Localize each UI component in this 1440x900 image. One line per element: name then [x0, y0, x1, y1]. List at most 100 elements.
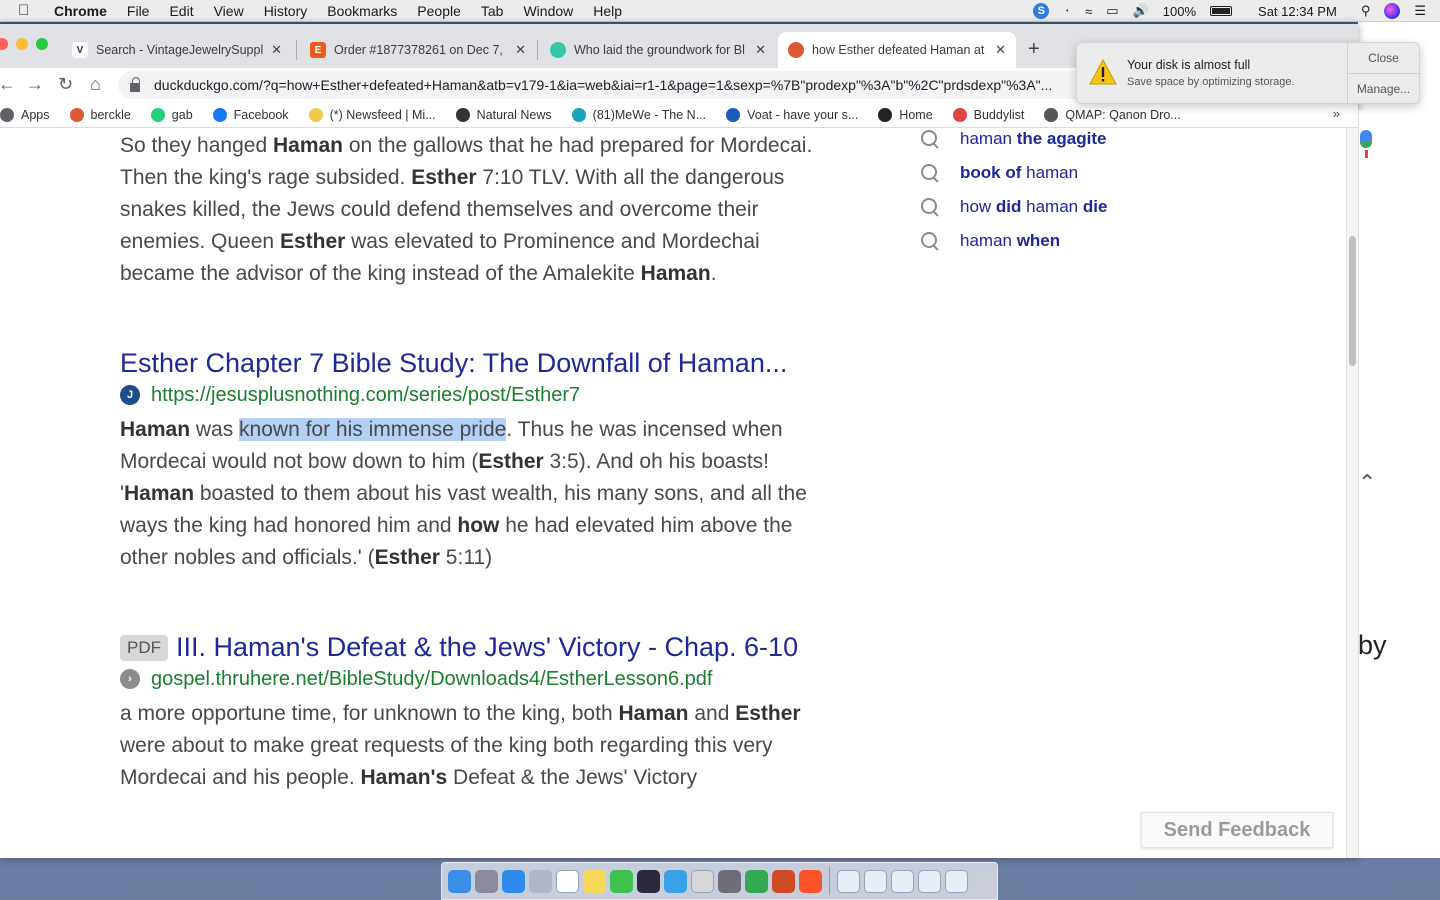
bookmark-label: Home — [899, 107, 933, 122]
result-title-link[interactable]: PDF III. Haman's Defeat & the Jews' Victo… — [120, 630, 840, 664]
volume-icon[interactable]: 🔊 — [1133, 3, 1149, 19]
document-thumb-icon[interactable] — [837, 869, 860, 893]
menu-file[interactable]: File — [127, 3, 150, 19]
launchpad-icon[interactable] — [475, 869, 498, 893]
help-icon[interactable] — [529, 869, 552, 893]
spotlight-icon[interactable]: ⚲ — [1361, 3, 1371, 19]
menu-app-name[interactable]: Chrome — [54, 3, 107, 19]
related-search-text: how did haman die — [960, 197, 1108, 216]
menu-tab[interactable]: Tab — [481, 3, 504, 19]
document-thumb-icon[interactable] — [891, 869, 914, 893]
chrome-icon[interactable] — [745, 869, 768, 893]
notification-center-icon[interactable]: ☰ — [1414, 3, 1426, 19]
clock[interactable]: Sat 12:34 PM — [1258, 4, 1337, 19]
menu-bookmarks[interactable]: Bookmarks — [327, 3, 397, 19]
voat-icon — [726, 107, 741, 122]
bookmark-item[interactable]: Home — [878, 107, 933, 122]
close-tab-icon[interactable]: ✕ — [995, 42, 1006, 58]
document-thumb-icon[interactable] — [918, 869, 941, 893]
finder-icon[interactable] — [448, 869, 471, 893]
skype-icon[interactable]: S — [1033, 3, 1050, 19]
zoom-window-icon[interactable] — [36, 38, 48, 50]
tab-title: how Esther defeated Haman at — [812, 43, 985, 57]
apple-menu-icon[interactable]:  — [18, 2, 38, 19]
menu-history[interactable]: History — [264, 3, 308, 19]
menu-people[interactable]: People — [417, 3, 461, 19]
script-editor-icon[interactable] — [691, 869, 714, 893]
close-tab-icon[interactable]: ✕ — [271, 42, 282, 58]
related-search-item[interactable]: book of haman — [920, 156, 1260, 190]
trash-icon[interactable] — [972, 869, 995, 893]
result-url[interactable]: › gospel.thruhere.net/BibleStudy/Downloa… — [120, 664, 840, 694]
airplay-icon[interactable]: ▭ — [1106, 3, 1118, 19]
calendar-icon[interactable] — [556, 869, 579, 893]
menu-window[interactable]: Window — [523, 3, 573, 19]
safari-icon[interactable] — [502, 869, 525, 893]
document-thumb-icon[interactable] — [864, 869, 887, 893]
result-title-link[interactable]: Esther Chapter 7 Bible Study: The Downfa… — [120, 346, 840, 380]
quicktime-icon[interactable] — [637, 869, 660, 893]
related-searches: haman the agagite book of haman how did … — [920, 128, 1260, 258]
result-title-text: III. Haman's Defeat & the Jews' Victory … — [176, 632, 799, 662]
menu-help[interactable]: Help — [593, 3, 622, 19]
minimize-window-icon[interactable] — [16, 38, 28, 50]
window-controls — [0, 38, 48, 50]
reload-icon[interactable]: ↻ — [58, 74, 73, 95]
chat-icon[interactable] — [664, 869, 687, 893]
back-arrow-icon[interactable]: ← — [0, 74, 16, 95]
lightbulb-icon — [308, 107, 323, 122]
menu-edit[interactable]: Edit — [169, 3, 193, 19]
bookmark-label: Facebook — [233, 107, 289, 122]
system-preferences-icon[interactable] — [718, 869, 741, 893]
scrollbar-thumb[interactable] — [1349, 236, 1356, 366]
duckduckgo-icon — [69, 107, 84, 122]
result-url[interactable]: J https://jesusplusnothing.com/series/po… — [120, 380, 840, 410]
forward-arrow-icon[interactable]: → — [26, 74, 44, 95]
powerpoint-icon[interactable] — [772, 869, 795, 893]
bookmark-item[interactable]: Voat - have your s... — [726, 107, 858, 122]
new-tab-icon[interactable]: + — [1028, 38, 1040, 61]
microphone-icon[interactable] — [1360, 130, 1374, 160]
menu-view[interactable]: View — [214, 3, 244, 19]
natural-news-icon — [455, 107, 470, 122]
send-feedback-button[interactable]: Send Feedback — [1141, 812, 1333, 848]
brave-icon[interactable] — [799, 869, 822, 893]
tab-groundwork[interactable]: Who laid the groundwork for Bl ✕ — [540, 32, 776, 68]
search-icon — [920, 197, 940, 217]
home-icon[interactable]: ⌂ — [90, 74, 101, 95]
bookmark-item[interactable]: gab — [150, 107, 193, 122]
notes-icon[interactable] — [583, 869, 606, 893]
notification-close-button[interactable]: Close — [1348, 43, 1419, 73]
bookmark-item[interactable]: Natural News — [455, 107, 552, 122]
bookmark-item[interactable]: Apps — [0, 107, 50, 122]
address-bar[interactable]: duckduckgo.com/?q=how+Esther+defeated+Ha… — [118, 71, 1098, 99]
related-search-item[interactable]: how did haman die — [920, 190, 1260, 224]
close-tab-icon[interactable]: ✕ — [515, 42, 526, 58]
facebook-icon — [212, 107, 227, 122]
notification-manage-button[interactable]: Manage... — [1348, 73, 1419, 103]
bookmark-item[interactable]: Buddylist — [952, 107, 1024, 122]
bluetooth-icon[interactable]: ᛫ — [1063, 4, 1071, 19]
close-window-icon[interactable] — [0, 38, 8, 50]
related-search-item[interactable]: haman the agagite — [920, 128, 1260, 156]
battery-icon[interactable] — [1210, 6, 1233, 16]
bookmark-item[interactable]: berckle — [69, 107, 131, 122]
wifi-icon[interactable]: ≈ — [1085, 4, 1092, 19]
bookmark-item[interactable]: (*) Newsfeed | Mi... — [308, 107, 436, 122]
page-scrollbar[interactable] — [1346, 128, 1358, 858]
lock-icon — [130, 76, 140, 92]
bookmark-label: berckle — [90, 107, 131, 122]
document-thumb-icon[interactable] — [945, 869, 968, 893]
chevron-more-icon[interactable]: » — [1333, 106, 1340, 121]
chevron-up-icon[interactable]: ⌃ — [1358, 470, 1376, 496]
tab-esther-search[interactable]: how Esther defeated Haman at ✕ — [778, 32, 1016, 68]
messages-icon[interactable] — [610, 869, 633, 893]
tab-vintage-jewelry[interactable]: V Search - VintageJewelrySuppl ✕ — [62, 32, 292, 68]
bookmark-item[interactable]: QMAP: Qanon Dro... — [1044, 107, 1181, 122]
related-search-item[interactable]: haman when — [920, 224, 1260, 258]
tab-etsy-order[interactable]: E Order #1877378261 on Dec 7, ✕ — [300, 32, 536, 68]
bookmark-item[interactable]: Facebook — [212, 107, 289, 122]
close-tab-icon[interactable]: ✕ — [755, 42, 766, 58]
siri-icon[interactable] — [1384, 3, 1401, 19]
bookmark-item[interactable]: (81)MeWe - The N... — [571, 107, 706, 122]
